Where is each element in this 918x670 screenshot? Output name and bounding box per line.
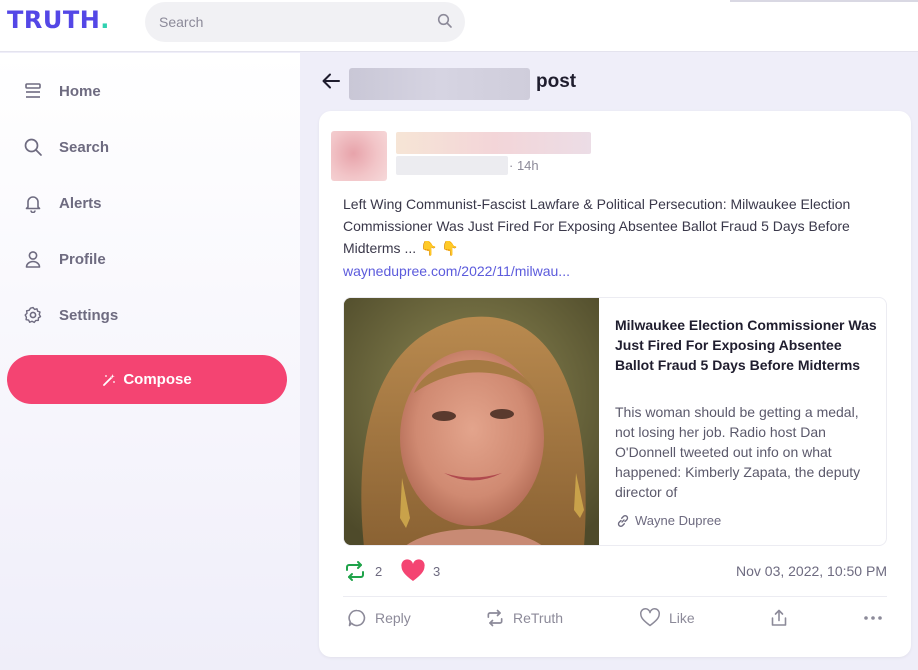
like-label: Like [669,610,695,626]
retruth-label: ReTruth [513,610,564,626]
compose-button[interactable]: Compose [7,355,287,404]
topbar-edge [730,0,918,2]
comment-icon [347,608,367,628]
logo-dot: . [100,6,110,34]
user-icon [22,248,44,270]
sidebar-item-profile[interactable]: Profile [22,245,106,273]
sidebar-item-label: Search [59,138,110,156]
compose-label: Compose [123,371,192,388]
more-icon [862,608,884,628]
sidebar-item-label: Home [59,82,101,100]
preview-description: This woman should be getting a medal, no… [615,404,861,500]
reply-button[interactable]: Reply [347,608,411,628]
heart-icon [639,608,661,628]
sidebar: Home Search Alerts Profile Settings Comp… [0,53,300,670]
avatar[interactable] [331,131,387,181]
reply-label: Reply [375,610,411,626]
like-button[interactable]: Like [639,608,695,628]
home-icon [22,80,44,102]
share-button[interactable] [769,608,797,628]
preview-source: Wayne Dupree [616,513,721,528]
link-preview-card[interactable]: Milwaukee Election Commissioner Was Just… [343,297,887,546]
like-count-value: 3 [433,563,441,579]
like-count[interactable]: 3 [400,559,440,583]
post-date: Nov 03, 2022, 10:50 PM [736,563,887,579]
top-bar: TRUTH. Search [0,0,918,52]
heart-icon [400,559,426,583]
link-icon [616,514,630,528]
page-title: post [536,71,577,92]
retruth-count-value: 2 [375,563,383,579]
truth-logo[interactable]: TRUTH. [7,6,110,34]
post-link[interactable]: waynedupree.com/2022/11/milwau... [343,263,570,279]
wand-icon [102,373,116,387]
post-card: · 14h Left Wing Communist-Fascist Lawfar… [319,111,911,657]
post-time: · 14h [509,158,539,173]
more-options-button[interactable] [862,608,892,628]
redacted-handle [396,156,508,175]
redacted-display-name [396,132,591,154]
sidebar-item-label: Alerts [59,194,102,212]
logo-text: TRUTH [7,6,101,34]
sidebar-item-label: Profile [59,250,106,268]
post-stats: 2 3 Nov 03, 2022, 10:50 PM [343,559,887,583]
preview-source-name: Wayne Dupree [635,513,722,528]
preview-title: Milwaukee Election Commissioner Was Just… [615,317,877,373]
redacted-author-name [349,68,530,100]
divider [343,596,887,597]
back-arrow-icon[interactable] [320,70,342,97]
post-text: Left Wing Communist-Fascist Lawfare & Po… [343,196,851,256]
retruth-count[interactable]: 2 [343,559,382,583]
preview-image [344,298,599,545]
search-icon [22,136,44,158]
retruth-icon [485,608,505,628]
bell-icon [22,192,44,214]
search-input[interactable]: Search [145,2,465,42]
share-icon [769,608,789,628]
search-placeholder: Search [159,14,204,30]
retruth-icon [343,559,367,583]
sidebar-item-settings[interactable]: Settings [22,301,118,329]
retruth-button[interactable]: ReTruth [485,608,563,628]
sidebar-item-home[interactable]: Home [22,77,101,105]
sidebar-item-alerts[interactable]: Alerts [22,189,102,217]
search-icon[interactable] [437,13,453,34]
sidebar-item-search[interactable]: Search [22,133,109,161]
gear-icon [22,304,44,326]
sidebar-item-label: Settings [59,306,119,324]
